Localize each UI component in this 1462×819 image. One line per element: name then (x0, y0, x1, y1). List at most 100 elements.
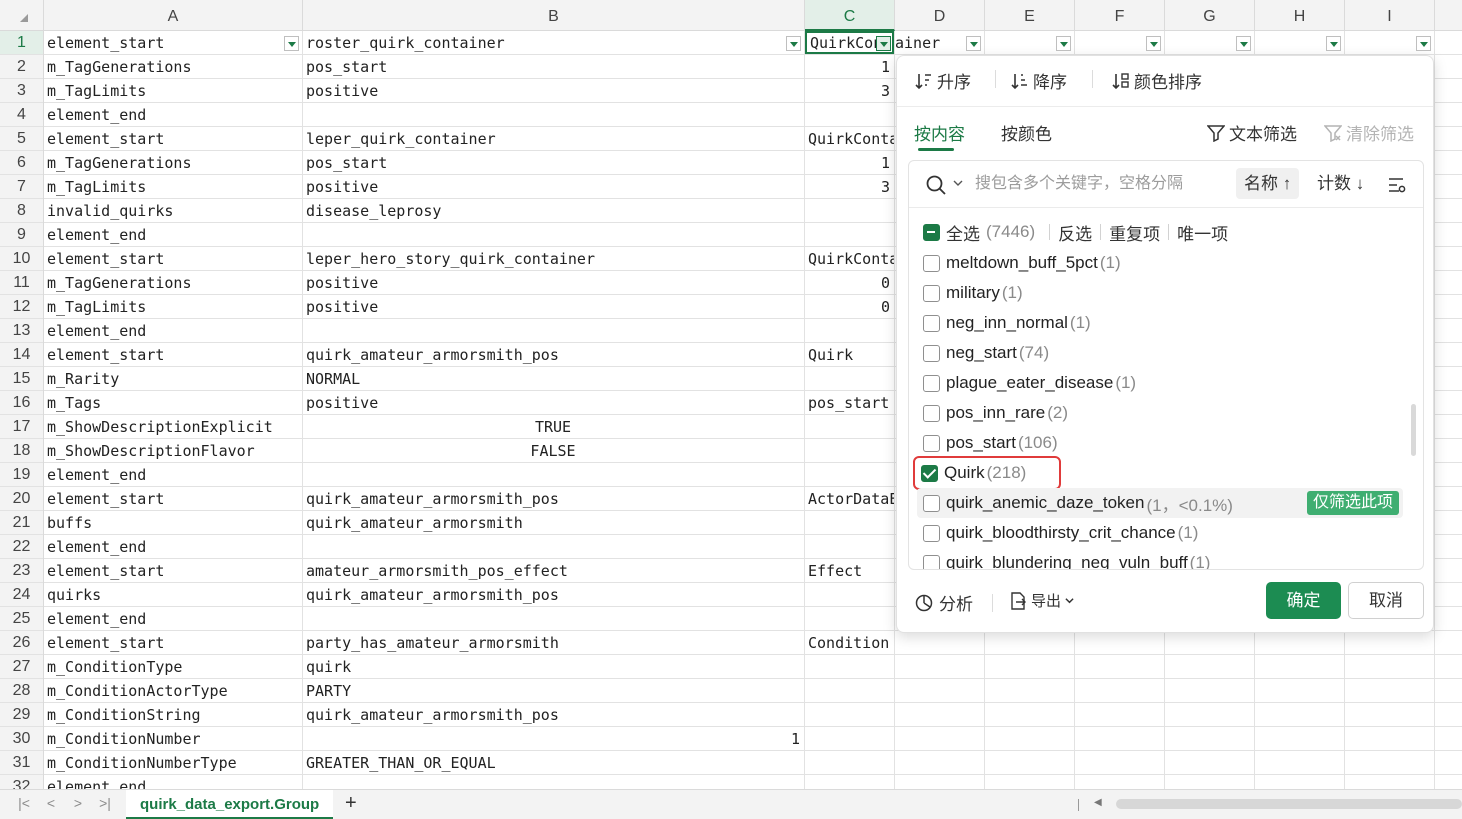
row-header[interactable]: 19 (0, 463, 43, 487)
vertical-scrollbar[interactable] (1411, 404, 1416, 456)
row-header[interactable]: 8 (0, 199, 43, 223)
sort-descending-button[interactable]: 降序 (1011, 68, 1067, 93)
cell-b[interactable]: quirk_amateur_armorsmith_pos (303, 343, 804, 366)
cell-b[interactable]: positive (303, 79, 804, 102)
add-sheet-button[interactable]: + (345, 792, 357, 815)
cell-a[interactable]: element_start (44, 631, 302, 654)
row-header[interactable]: 2 (0, 55, 43, 79)
duplicates-button[interactable]: 重复项 (1109, 220, 1160, 245)
item-checkbox[interactable] (923, 314, 940, 332)
row-header[interactable]: 16 (0, 391, 43, 415)
cell-b[interactable]: GREATER_THAN_OR_EQUAL (303, 751, 804, 774)
cell-c[interactable] (805, 439, 894, 462)
cell-a[interactable]: element_start (44, 247, 302, 270)
row-header[interactable]: 5 (0, 127, 43, 151)
cell-a[interactable]: buffs (44, 511, 302, 534)
list-item[interactable]: quirk_bloodthirsty_crit_chance (1) (917, 518, 1403, 548)
cell-b[interactable] (303, 775, 804, 789)
row-header[interactable]: 18 (0, 439, 43, 463)
row-header[interactable]: 11 (0, 271, 43, 295)
text-filter-button[interactable]: 文本筛选 (1207, 120, 1297, 145)
cell-b[interactable]: TRUE (303, 415, 804, 438)
row-header[interactable]: 7 (0, 175, 43, 199)
row-header[interactable]: 13 (0, 319, 43, 343)
cell-a[interactable]: m_ConditionType (44, 655, 302, 678)
row-header[interactable]: 15 (0, 367, 43, 391)
row-header[interactable]: 17 (0, 415, 43, 439)
filter-dropdown-b[interactable] (786, 36, 801, 51)
filter-dropdown-e[interactable] (1056, 36, 1071, 51)
cell-c[interactable] (805, 199, 894, 222)
cell-b[interactable]: party_has_amateur_armorsmith (303, 631, 804, 654)
unique-button[interactable]: 唯一项 (1177, 220, 1228, 245)
sort-by-count-button[interactable]: 计数 ↓ (1317, 168, 1364, 199)
column-header-a[interactable]: A (44, 0, 303, 31)
filter-dropdown-f[interactable] (1146, 36, 1161, 51)
cell-b[interactable]: leper_quirk_container (303, 127, 804, 150)
cell-a[interactable]: element_end (44, 607, 302, 630)
row-header[interactable]: 1 (0, 31, 43, 55)
cell-b[interactable]: positive (303, 295, 804, 318)
item-checkbox[interactable] (923, 404, 940, 422)
column-header-i[interactable]: I (1345, 0, 1435, 31)
row-header[interactable]: 9 (0, 223, 43, 247)
cell-c[interactable]: 3 (805, 79, 894, 102)
row-header[interactable]: 14 (0, 343, 43, 367)
item-checkbox[interactable] (921, 464, 938, 482)
list-item[interactable]: plague_eater_disease (1) (917, 368, 1403, 398)
cell-c[interactable] (805, 607, 894, 630)
chevron-down-icon[interactable] (953, 178, 963, 188)
cell-a[interactable]: element_end (44, 223, 302, 246)
cell-b[interactable]: quirk_amateur_armorsmith (303, 511, 804, 534)
cell-b[interactable]: 1 (303, 727, 804, 750)
cell-c[interactable] (805, 727, 894, 750)
row-header[interactable]: 25 (0, 607, 43, 631)
column-header-g[interactable]: G (1165, 0, 1255, 31)
cell-c[interactable]: QuirkConta (805, 247, 894, 270)
cell-a[interactable]: element_start (44, 559, 302, 582)
column-header-d[interactable]: D (895, 0, 985, 31)
item-checkbox[interactable] (923, 344, 940, 362)
cell-a[interactable]: m_Rarity (44, 367, 302, 390)
filter-dropdown-a[interactable] (284, 36, 299, 51)
cell-c[interactable]: 1 (805, 55, 894, 78)
cell-a[interactable]: element_start (44, 127, 302, 150)
cell-a[interactable]: element_start (44, 487, 302, 510)
row-header[interactable]: 6 (0, 151, 43, 175)
cell-a[interactable]: element_end (44, 103, 302, 126)
cell-b[interactable] (303, 463, 804, 486)
tab-by-content[interactable]: 按内容 (914, 120, 965, 145)
cell-b[interactable] (303, 535, 804, 558)
list-item[interactable]: pos_start (106) (917, 428, 1403, 458)
list-item[interactable]: military (1) (917, 278, 1403, 308)
cell-c[interactable] (805, 367, 894, 390)
cell-c[interactable] (805, 319, 894, 342)
row-header[interactable]: 30 (0, 727, 43, 751)
sort-by-name-button[interactable]: 名称 ↑ (1236, 168, 1300, 199)
column-header-e[interactable]: E (985, 0, 1075, 31)
list-item[interactable]: quirk_blundering_neg_vuln_buff (1) (917, 548, 1403, 569)
sort-ascending-button[interactable]: 升序 (915, 68, 971, 93)
cell-c[interactable]: 3 (805, 175, 894, 198)
filter-only-this-button[interactable]: 仅筛选此项 (1306, 491, 1399, 515)
cell-b[interactable] (303, 319, 804, 342)
cell-c[interactable]: 0 (805, 295, 894, 318)
cell-a[interactable]: m_ConditionNumberType (44, 751, 302, 774)
item-checkbox[interactable] (923, 554, 940, 569)
list-item[interactable]: meltdown_buff_5pct (1) (917, 248, 1403, 278)
cell-a[interactable]: m_TagGenerations (44, 151, 302, 174)
scroll-left-icon[interactable]: ◀ (1094, 797, 1102, 808)
cell-a[interactable]: m_ConditionActorType (44, 679, 302, 702)
select-all-corner[interactable] (0, 0, 44, 31)
cell-c[interactable]: Effect (805, 559, 894, 582)
cell-a[interactable]: m_ShowDescriptionFlavor (44, 439, 302, 462)
cell-a[interactable]: m_ConditionNumber (44, 727, 302, 750)
cell-c[interactable] (805, 703, 894, 726)
cell-c[interactable] (805, 775, 894, 789)
cell-c[interactable] (805, 751, 894, 774)
cell-c[interactable] (805, 535, 894, 558)
first-sheet-icon[interactable]: |< (14, 795, 34, 811)
cell-c[interactable] (805, 103, 894, 126)
cell-c[interactable] (805, 583, 894, 606)
row-header[interactable]: 23 (0, 559, 43, 583)
